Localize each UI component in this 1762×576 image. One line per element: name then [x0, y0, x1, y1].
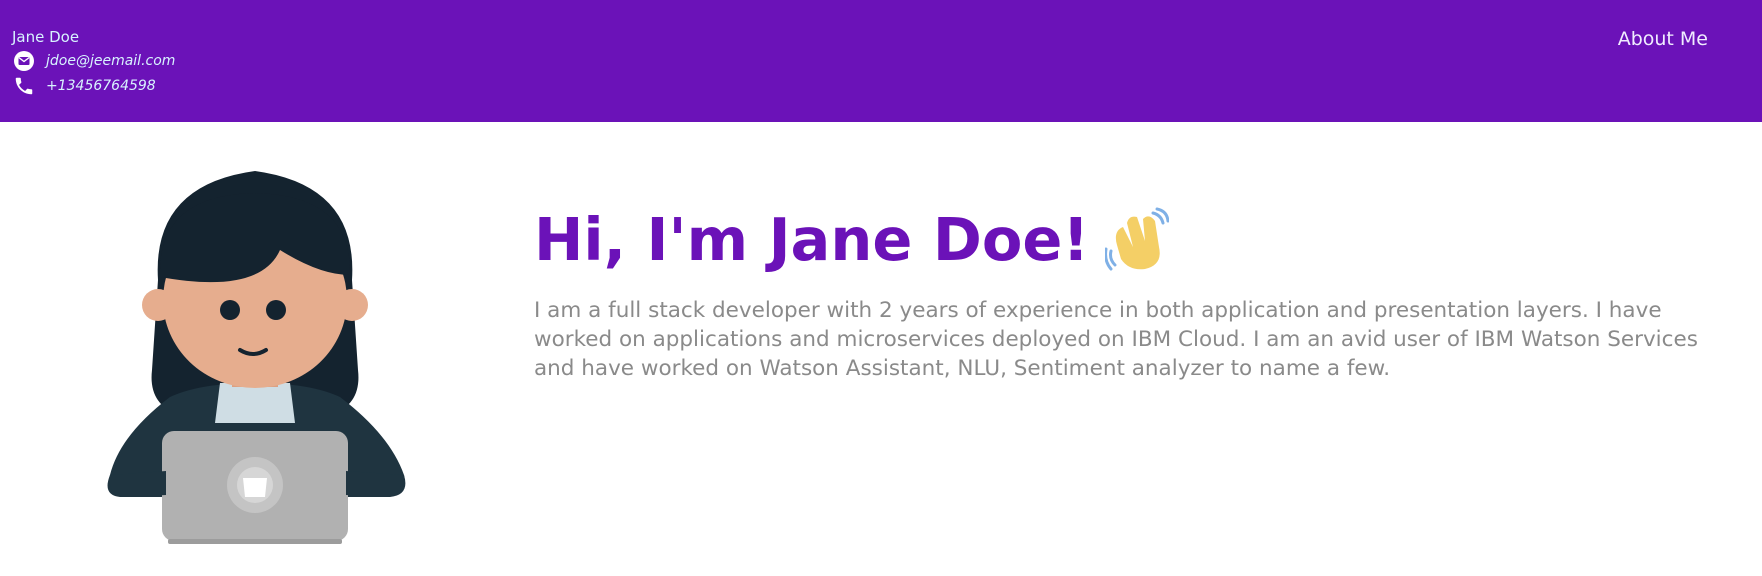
top-header-bar: Jane Doe jdoe@jeemail.com +13456764598 A…	[0, 0, 1762, 122]
contact-email[interactable]: jdoe@jeemail.com	[46, 53, 175, 69]
hero-bio: I am a full stack developer with 2 years…	[534, 298, 1698, 381]
hero-title-row: Hi, I'm Jane Doe!	[534, 204, 1734, 276]
contact-name: Jane Doe	[12, 28, 80, 46]
hero-section: Hi, I'm Jane Doe! I am a full stack deve…	[534, 204, 1734, 383]
contact-phone[interactable]: +13456764598	[46, 78, 156, 94]
hero-title: Hi, I'm Jane Doe!	[534, 205, 1090, 274]
envelope-icon	[12, 50, 36, 72]
contact-info: Jane Doe jdoe@jeemail.com +13456764598	[12, 26, 175, 98]
phone-icon	[12, 75, 36, 97]
avatar-illustration	[100, 165, 420, 550]
nav-about-me-link[interactable]: About Me	[1618, 28, 1708, 50]
waving-hand-icon	[1104, 207, 1170, 273]
contact-phone-row: +13456764598	[12, 73, 175, 98]
contact-email-row: jdoe@jeemail.com	[12, 48, 175, 73]
